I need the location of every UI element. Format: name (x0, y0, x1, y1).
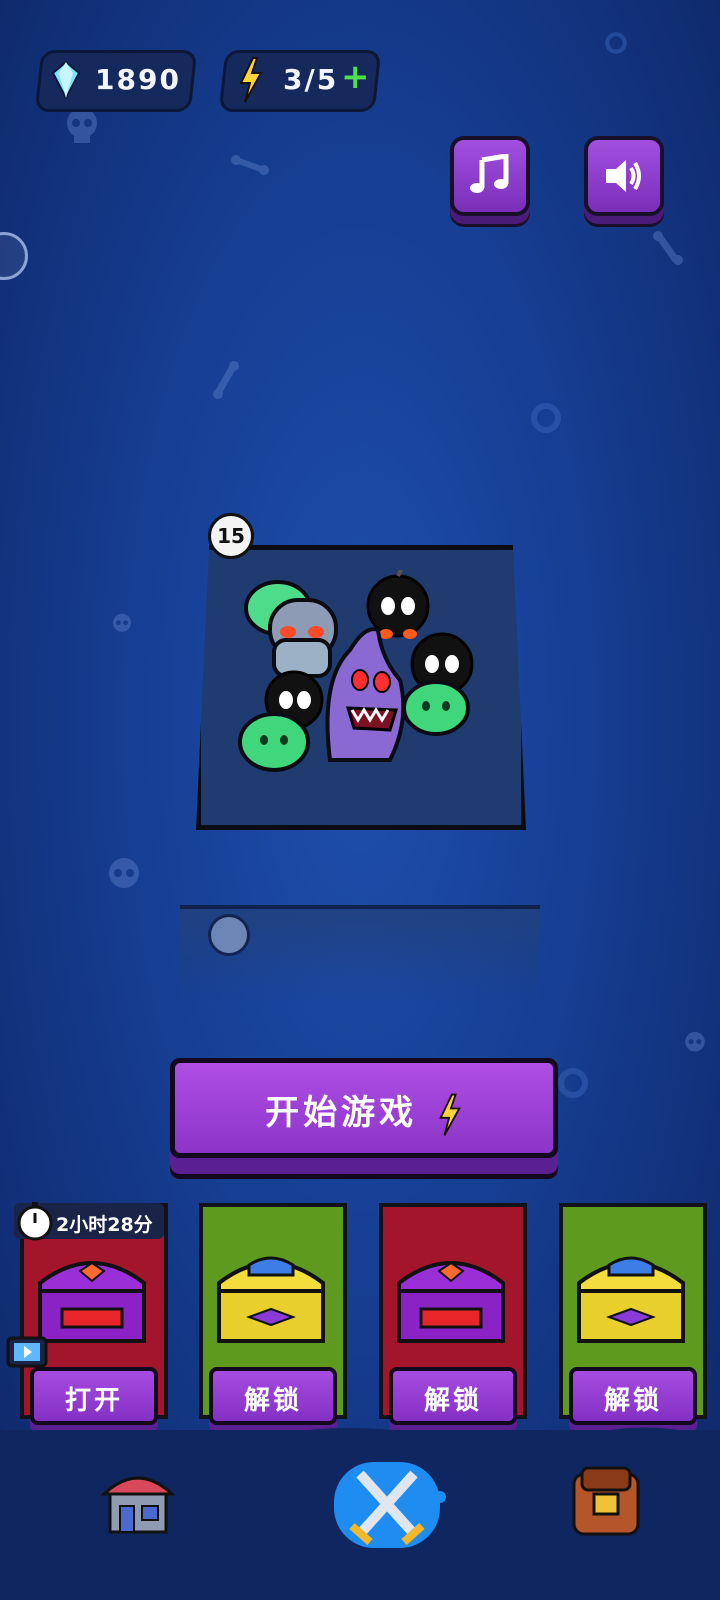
sound-toggle-button[interactable] (584, 136, 664, 216)
stopwatch-icon (17, 1202, 53, 1241)
chest-slot-3[interactable]: 解锁 (379, 1203, 527, 1425)
backpack-icon[interactable] (568, 1464, 644, 1538)
start-game-label: 开始游戏 (265, 1093, 418, 1133)
music-note-icon (470, 154, 509, 193)
next-arena-marker (208, 914, 250, 956)
chest-2-button-label: 解锁 (243, 1386, 302, 1416)
chest-1-timer: 2小时28分 (14, 1202, 164, 1241)
start-game-button[interactable]: 开始游戏 (170, 1058, 558, 1158)
chest-slot-4[interactable]: 解锁 (559, 1203, 707, 1425)
gem-count: 1890 (95, 63, 181, 96)
chest-slot-2[interactable]: 解锁 (199, 1203, 347, 1425)
chest-1-button-label: 打开 (64, 1386, 123, 1416)
chest-3-button-label: 解锁 (423, 1386, 482, 1416)
chest-3-unlock-button[interactable]: 解锁 (389, 1367, 517, 1425)
chest-4-button-label: 解锁 (603, 1386, 662, 1416)
gold-chest-icon (217, 1256, 325, 1343)
gem-counter: 1890 (34, 50, 198, 112)
skull-doodle (109, 858, 139, 888)
monster-group (238, 570, 474, 772)
lightning-icon (239, 57, 263, 103)
chest-1-timer-text: 2小时28分 (56, 1214, 153, 1236)
lightning-icon (439, 1093, 461, 1136)
side-assistant-button[interactable] (0, 232, 28, 280)
add-energy-icon[interactable]: + (341, 57, 370, 97)
chest-2-unlock-button[interactable]: 解锁 (209, 1367, 337, 1425)
purple-chest-icon (397, 1261, 505, 1343)
bone-doodle (231, 155, 269, 175)
purple-chest-icon (38, 1261, 146, 1343)
music-toggle-button[interactable] (450, 136, 530, 216)
chest-1-open-button[interactable]: 打开 (30, 1367, 158, 1425)
ring-doodle (531, 403, 561, 433)
chest-4-unlock-button[interactable]: 解锁 (569, 1367, 697, 1425)
gold-chest-icon (577, 1256, 685, 1343)
energy-counter: 3/5 + (218, 50, 382, 112)
battle-icon[interactable] (344, 1464, 430, 1546)
bone-doodle (213, 361, 239, 399)
gem-icon (51, 61, 81, 99)
tv-ad-icon[interactable] (6, 1334, 48, 1368)
ring-doodle (605, 32, 627, 54)
skull-doodle (685, 1031, 705, 1052)
bone-doodle (653, 231, 683, 265)
ring-doodle (558, 1068, 588, 1098)
level-badge: 15 (208, 513, 254, 559)
speaker-icon (606, 160, 641, 192)
energy-count: 3/5 (283, 63, 339, 96)
shop-icon[interactable] (100, 1464, 176, 1536)
battle-tab-dot (434, 1491, 446, 1503)
skull-doodle (113, 613, 131, 632)
